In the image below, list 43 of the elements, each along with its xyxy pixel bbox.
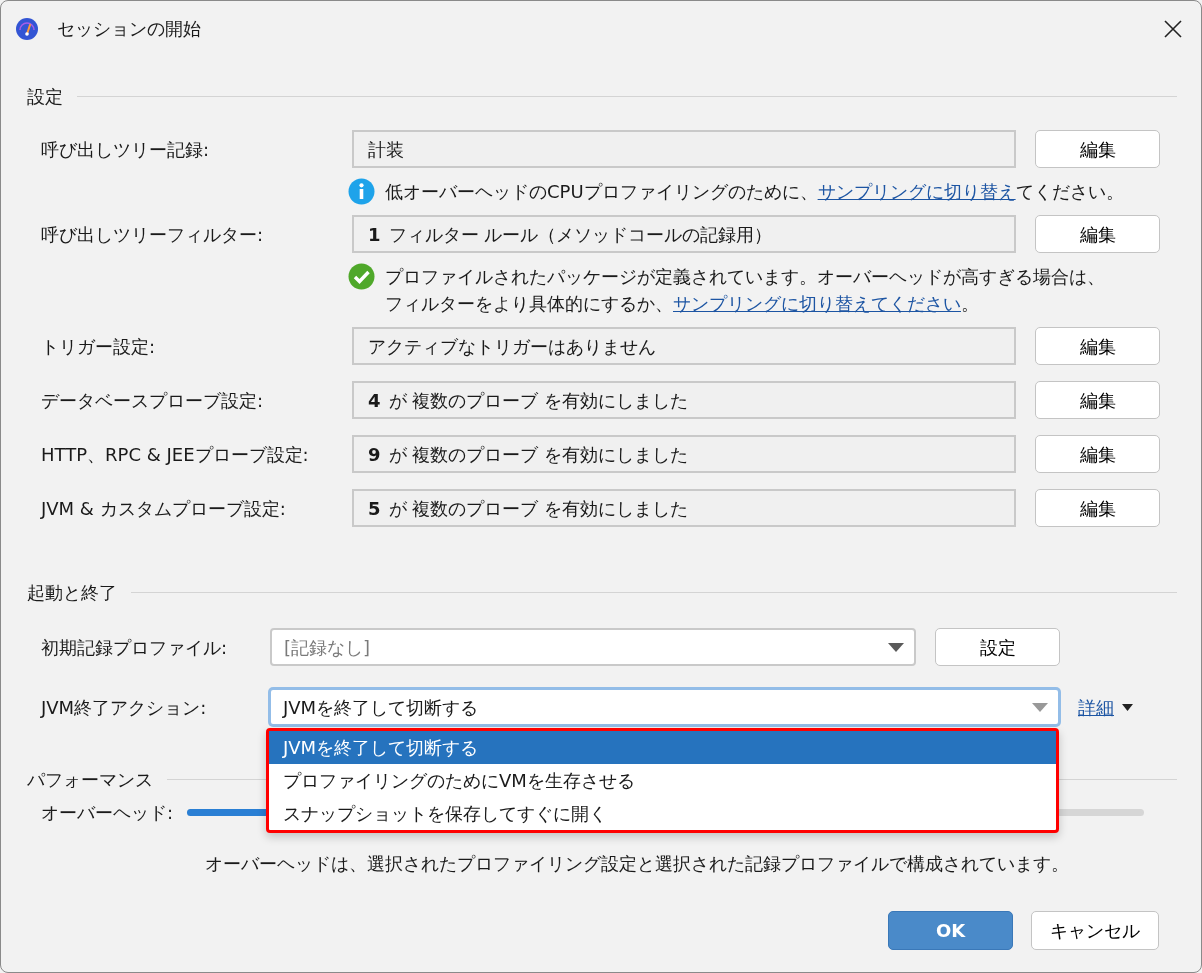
dropdown-option[interactable]: プロファイリングのためにVMを生存させる — [269, 764, 1056, 797]
dropdown-option[interactable]: JVMを終了して切断する — [269, 731, 1056, 764]
field-label: HTTP、RPC & JEEプローブ設定: — [41, 442, 310, 467]
info-message: 低オーバーヘッドのCPUプロファイリングのために、サンプリングに切り替えてください。 — [385, 180, 1124, 204]
cancel-button[interactable]: キャンセル — [1031, 911, 1159, 950]
dropdown-option[interactable]: スナップショットを保存してすぐに開く — [269, 797, 1056, 830]
exit-action-combo[interactable]: JVMを終了して切断する — [269, 688, 1060, 726]
settings-button[interactable]: 設定 — [935, 628, 1060, 666]
switch-to-sampling-link[interactable]: サンプリングに切り替えてください — [673, 293, 961, 314]
window-title: セッションの開始 — [57, 17, 201, 41]
field-label: 初期記録プロファイル: — [41, 635, 229, 660]
info-icon — [348, 178, 375, 205]
value-field: 計装 — [352, 130, 1016, 168]
edit-button[interactable]: 編集 — [1035, 215, 1160, 253]
value-field: 1 フィルター ルール（メソッドコールの記録用） — [352, 215, 1016, 253]
value-field: 9 が 複数のプローブ を有効にしました — [352, 435, 1016, 473]
section-title: パフォーマンス — [27, 768, 153, 792]
field-label: トリガー設定: — [41, 334, 157, 359]
value-field: 5 が 複数のプローブ を有効にしました — [352, 489, 1016, 527]
field-label: JVM & カスタムプローブ設定: — [41, 496, 287, 521]
caret-icon — [1122, 703, 1133, 711]
field-label: JVM終了アクション: — [41, 695, 208, 720]
value-field: アクティブなトリガーはありません — [352, 327, 1016, 365]
ok-button[interactable]: OK — [888, 911, 1013, 950]
field-label: 呼び出しツリー記録: — [41, 137, 211, 162]
edit-button[interactable]: 編集 — [1035, 327, 1160, 365]
field-label: オーバーヘッド: — [41, 801, 174, 825]
value-field: 4 が 複数のプローブ を有効にしました — [352, 381, 1016, 419]
profile-combo[interactable]: [記録なし] — [270, 628, 916, 666]
section-title: 起動と終了 — [27, 581, 117, 605]
field-label: 呼び出しツリーフィルター: — [41, 222, 265, 247]
edit-button[interactable]: 編集 — [1035, 130, 1160, 168]
section-title: 設定 — [27, 85, 63, 109]
field-label: データベースプローブ設定: — [41, 388, 265, 413]
details-link[interactable]: 詳細 — [1078, 693, 1114, 721]
gauge-icon — [15, 16, 39, 41]
description-text: オーバーヘッドは、選択されたプロファイリング設定と選択された記録プロファイルで構成されています。 — [205, 852, 1070, 876]
info-message: プロファイルされたパッケージが定義されています。オーバーヘッドが高すぎる場合は、 フィルターをより具体的にするか、サンプリングに切り替えてください。 — [385, 265, 1105, 316]
edit-button[interactable]: 編集 — [1035, 489, 1160, 527]
edit-button[interactable]: 編集 — [1035, 435, 1160, 473]
check-icon — [348, 263, 375, 290]
edit-button[interactable]: 編集 — [1035, 381, 1160, 419]
switch-to-sampling-link[interactable]: サンプリングに切り替え — [817, 181, 1016, 202]
